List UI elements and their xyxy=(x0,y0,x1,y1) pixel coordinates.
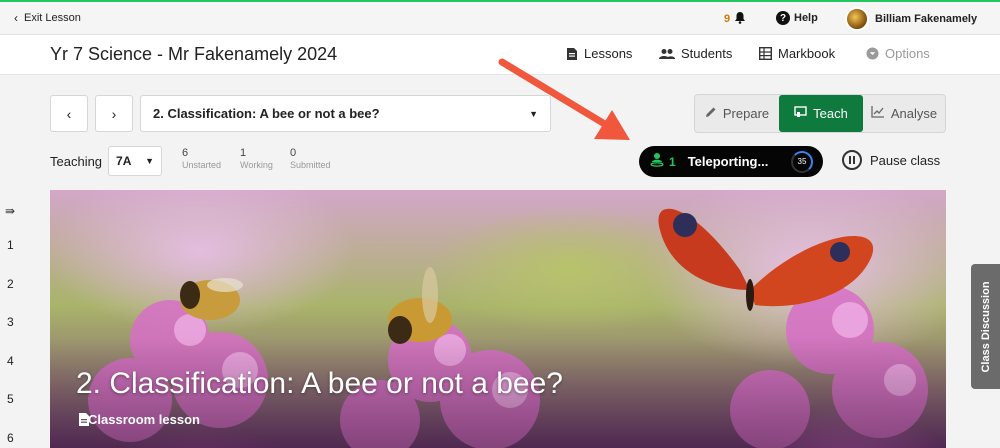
tab-teach[interactable]: Teach xyxy=(779,95,863,132)
nav-students[interactable]: Students xyxy=(659,46,732,61)
top-bar: ‹ Exit Lesson 9 ? Help Billiam Fakenamel… xyxy=(0,2,1000,35)
pause-class-button[interactable]: Pause class xyxy=(842,150,940,170)
stat-value: 1 xyxy=(240,147,247,159)
teaching-label: Teaching xyxy=(50,153,103,169)
teleport-icon xyxy=(649,151,665,172)
chevron-left-icon: ‹ xyxy=(14,11,18,25)
sidebar-item-6[interactable]: 6 xyxy=(7,431,14,445)
stat-submitted: 0 Submitted xyxy=(290,148,331,171)
sidebar-item-1[interactable]: 1 xyxy=(7,238,14,252)
exit-lesson-link[interactable]: ‹ Exit Lesson xyxy=(14,11,81,25)
class-discussion-tab[interactable]: Class Discussion xyxy=(971,264,1000,389)
lesson-select-value: 2. Classification: A bee or not a bee? xyxy=(153,106,380,121)
pencil-icon xyxy=(705,106,717,121)
lesson-type: Classroom lesson xyxy=(78,412,200,427)
mode-switcher: Prepare Teach Analyse xyxy=(694,94,946,133)
stat-working: 1 Working xyxy=(240,148,273,171)
grid-icon xyxy=(759,47,772,60)
caret-down-icon: ▼ xyxy=(529,108,538,119)
chevron-right-icon: › xyxy=(111,105,117,122)
stat-value: 6 xyxy=(182,147,189,159)
teleport-count: 1 xyxy=(669,154,676,169)
stat-label: Unstarted xyxy=(182,160,222,170)
sidebar-item-4[interactable]: 4 xyxy=(7,354,14,368)
sidebar-item-2[interactable]: 2 xyxy=(7,277,14,291)
nav-markbook[interactable]: Markbook xyxy=(759,46,835,61)
document-icon xyxy=(566,47,578,61)
teaching-row: Teaching 7A ▼ xyxy=(50,146,163,176)
chart-icon xyxy=(871,106,885,121)
tab-analyse[interactable]: Analyse xyxy=(863,95,945,132)
nav-markbook-label: Markbook xyxy=(778,46,836,61)
teleport-label: Teleporting... xyxy=(687,154,769,169)
avatar xyxy=(845,7,869,31)
class-select-value: 7A xyxy=(116,154,132,168)
lesson-banner: 2. Classification: A bee or not a bee? C… xyxy=(50,190,946,448)
user-menu[interactable]: Billiam Fakenamely xyxy=(845,7,977,31)
stat-label: Working xyxy=(240,160,273,170)
bell-icon xyxy=(734,11,746,27)
teleport-status-button[interactable]: 1 Teleporting... 35 xyxy=(639,146,823,177)
chevron-left-icon: ‹ xyxy=(66,105,72,122)
countdown-timer: 35 xyxy=(791,150,813,173)
notifications-button[interactable]: 9 xyxy=(724,11,746,27)
nav-lessons[interactable]: Lessons xyxy=(566,46,632,61)
sidebar-item-3[interactable]: 3 xyxy=(7,315,14,329)
sidebar-item-5[interactable]: 5 xyxy=(7,392,14,406)
nav-options[interactable]: Options xyxy=(866,46,930,61)
notification-count: 9 xyxy=(724,13,731,25)
stat-value: 0 xyxy=(290,147,297,159)
user-name: Billiam Fakenamely xyxy=(875,13,978,25)
help-label: Help xyxy=(794,12,818,24)
lesson-type-label: Classroom lesson xyxy=(88,412,200,427)
people-icon xyxy=(659,48,675,60)
help-button[interactable]: ? Help xyxy=(776,11,818,25)
previous-lesson-button[interactable]: ‹ xyxy=(50,95,88,132)
stat-unstarted: 6 Unstarted xyxy=(182,148,221,171)
class-select[interactable]: 7A ▼ xyxy=(108,146,163,176)
pause-class-label: Pause class xyxy=(870,152,941,168)
nav-options-label: Options xyxy=(885,46,930,61)
nav-lessons-label: Lessons xyxy=(584,46,633,61)
next-lesson-button[interactable]: › xyxy=(95,95,133,132)
page-title: Yr 7 Science - Mr Fakenamely 2024 xyxy=(50,44,338,64)
course-header: Yr 7 Science - Mr Fakenamely 2024 Lesson… xyxy=(0,35,1000,75)
lesson-select[interactable]: 2. Classification: A bee or not a bee? ▼ xyxy=(140,95,551,132)
exit-lesson-label: Exit Lesson xyxy=(24,12,81,24)
stat-label: Submitted xyxy=(290,160,331,170)
expand-sidebar-icon[interactable]: ⇛ xyxy=(5,204,15,218)
tab-prepare-label: Prepare xyxy=(722,106,770,121)
tab-teach-label: Teach xyxy=(813,106,848,121)
question-icon: ? xyxy=(776,11,790,25)
tab-prepare[interactable]: Prepare xyxy=(695,95,779,132)
tab-analyse-label: Analyse xyxy=(890,106,938,121)
caret-down-icon: ▼ xyxy=(145,156,155,166)
pause-icon xyxy=(842,150,862,170)
teach-icon xyxy=(794,106,807,121)
class-discussion-label: Class Discussion xyxy=(979,280,992,373)
chevron-circle-icon xyxy=(866,47,879,60)
nav-students-label: Students xyxy=(681,46,733,61)
banner-title: 2. Classification: A bee or not a bee? xyxy=(76,367,563,400)
